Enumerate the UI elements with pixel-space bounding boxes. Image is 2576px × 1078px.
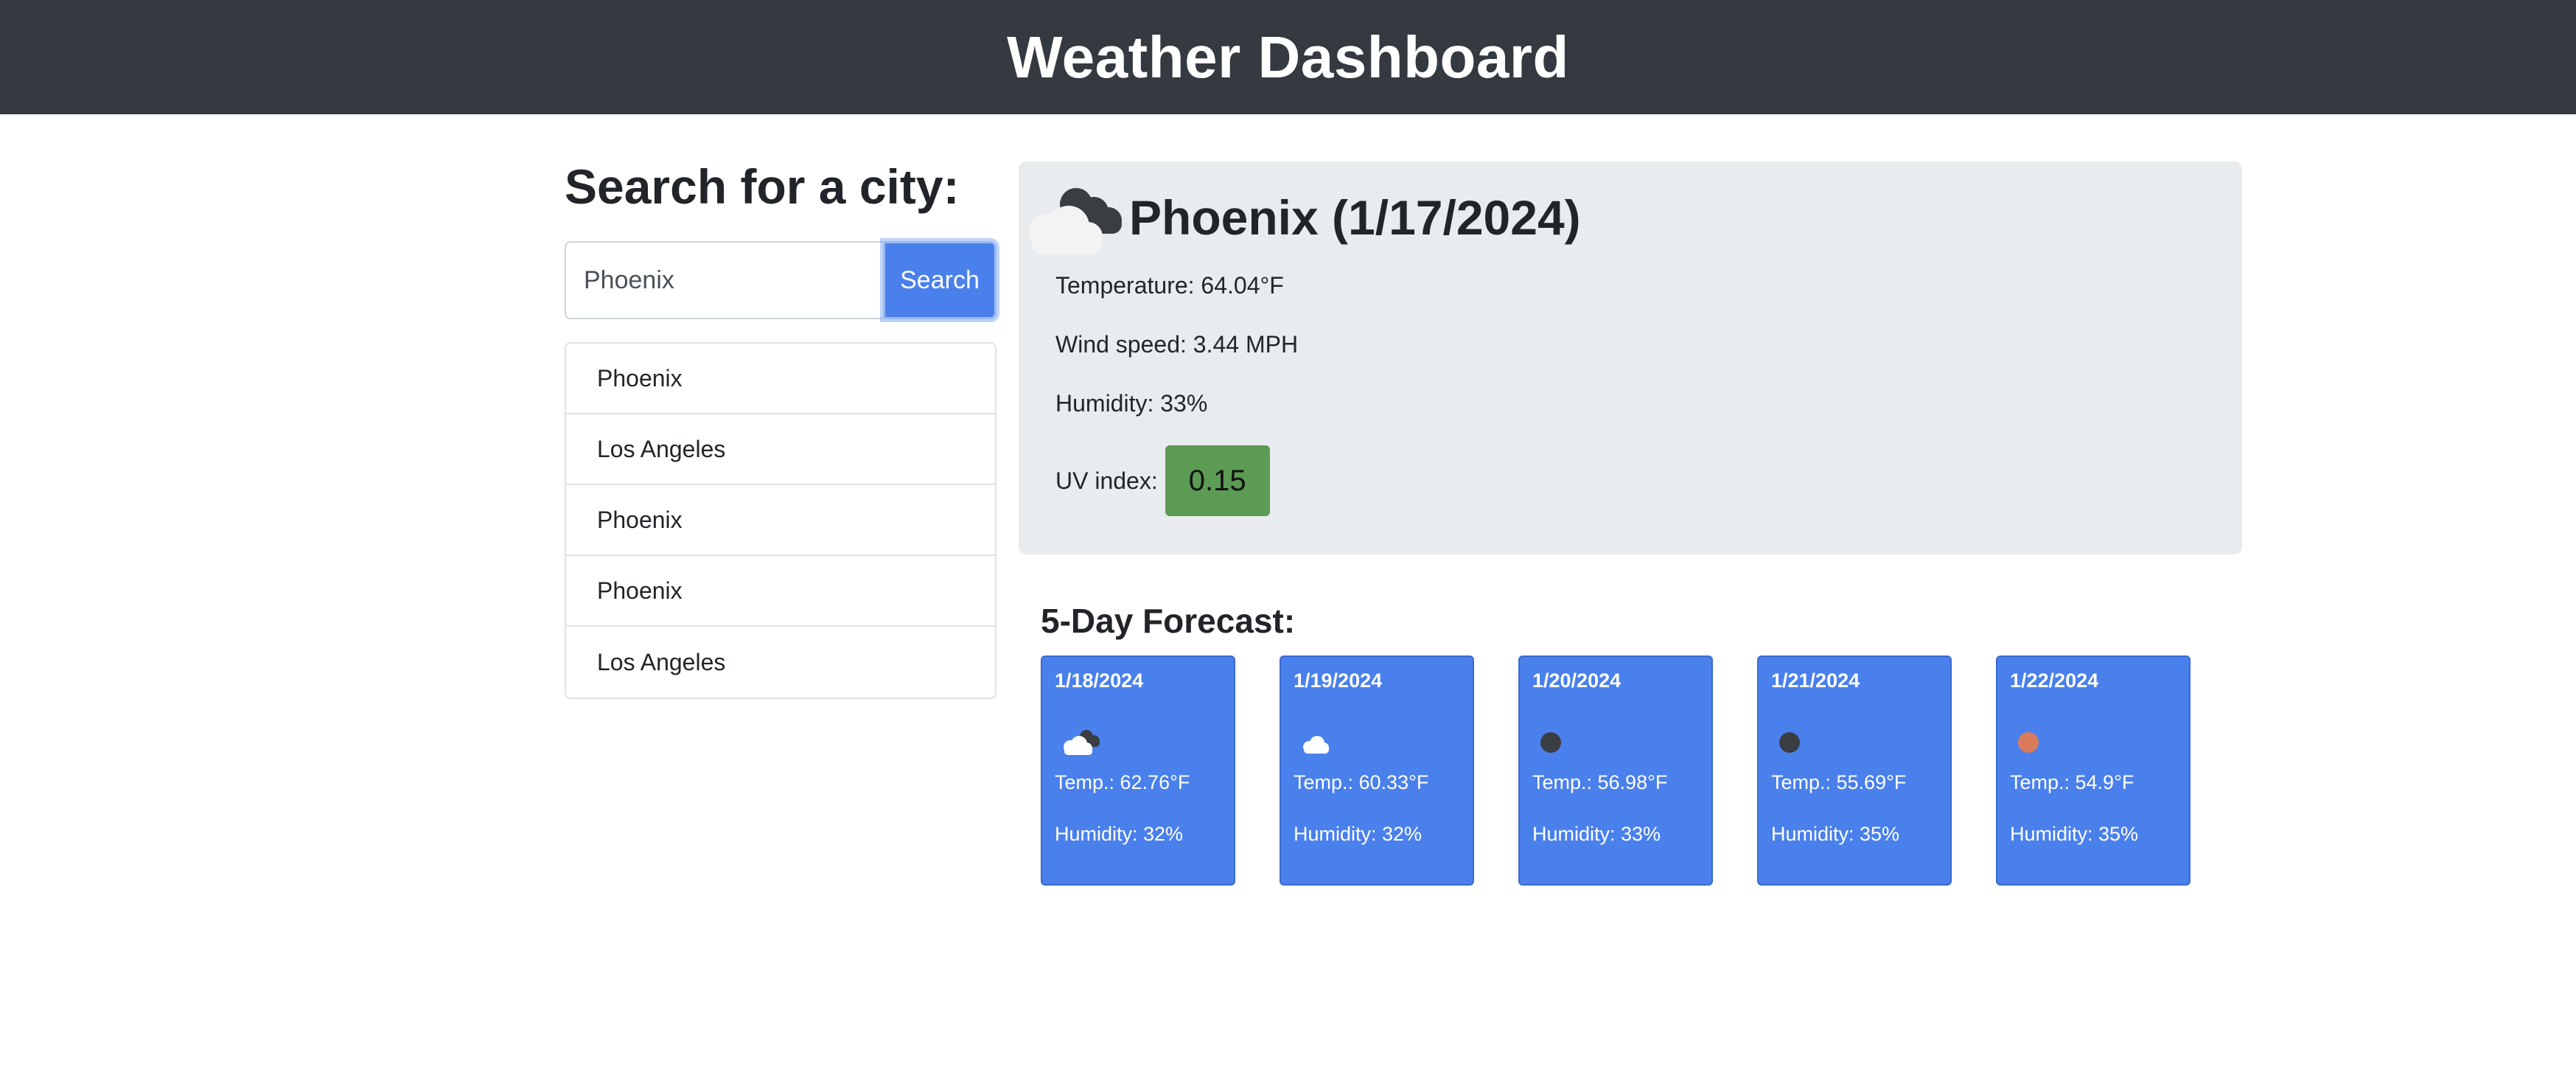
clear-night-icon	[1775, 722, 1819, 759]
uv-index-row: UV index: 0.15	[1055, 445, 1270, 516]
forecast-temp: Temp.: 60.33°F	[1294, 771, 1429, 793]
clear-night-icon	[1536, 722, 1580, 759]
header-bar: Weather Dashboard	[0, 0, 2576, 114]
current-weather-panel: Phoenix (1/17/2024) Temperature: 64.04°F…	[1019, 161, 2242, 554]
history-item[interactable]: Phoenix	[566, 556, 995, 627]
forecast-date: 1/22/2024	[2010, 670, 2099, 692]
forecast-humidity: Humidity: 35%	[1771, 823, 1900, 845]
history-item[interactable]: Phoenix	[566, 485, 995, 556]
page-title: Weather Dashboard	[1007, 24, 1569, 90]
forecast-card: 1/22/2024 Temp.: 54.9°F Humidity: 35%	[1996, 656, 2191, 886]
search-history-list: Phoenix Los Angeles Phoenix Phoenix Los …	[565, 342, 996, 699]
clear-sun-icon	[2014, 722, 2058, 759]
forecast-date: 1/20/2024	[1532, 670, 1622, 692]
forecast-date: 1/19/2024	[1294, 670, 1383, 692]
forecast-cards: 1/18/2024 Temp.: 62.76°F Humidity: 32% 1…	[1041, 656, 2191, 886]
broken-clouds-icon	[1019, 173, 1129, 262]
forecast-date: 1/18/2024	[1055, 670, 1144, 692]
current-temperature: Temperature: 64.04°F	[1055, 272, 1284, 299]
forecast-card: 1/21/2024 Temp.: 55.69°F Humidity: 35%	[1757, 656, 1952, 886]
forecast-card: 1/20/2024 Temp.: 56.98°F Humidity: 33%	[1518, 656, 1713, 886]
few-clouds-icon	[1297, 722, 1341, 759]
forecast-title: 5-Day Forecast:	[1041, 602, 1296, 640]
city-search-input[interactable]	[565, 241, 883, 319]
forecast-temp: Temp.: 55.69°F	[1771, 771, 1907, 793]
current-weather-heading: Phoenix (1/17/2024)	[1019, 173, 1581, 262]
history-item[interactable]: Los Angeles	[566, 414, 995, 485]
search-title: Search for a city:	[565, 159, 960, 214]
forecast-humidity: Humidity: 32%	[1055, 823, 1184, 845]
forecast-date: 1/21/2024	[1771, 670, 1860, 692]
current-humidity: Humidity: 33%	[1055, 390, 1208, 417]
forecast-temp: Temp.: 62.76°F	[1055, 771, 1190, 793]
history-item[interactable]: Phoenix	[566, 344, 995, 414]
forecast-card: 1/19/2024 Temp.: 60.33°F Humidity: 32%	[1280, 656, 1474, 886]
search-button[interactable]: Search	[883, 241, 996, 319]
current-city-date: Phoenix (1/17/2024)	[1129, 190, 1581, 245]
forecast-temp: Temp.: 54.9°F	[2010, 771, 2135, 793]
search-form: Search	[565, 241, 996, 319]
uv-index-badge: 0.15	[1165, 445, 1270, 516]
forecast-temp: Temp.: 56.98°F	[1532, 771, 1668, 793]
broken-clouds-icon	[1058, 722, 1103, 759]
forecast-humidity: Humidity: 35%	[2010, 823, 2139, 845]
forecast-humidity: Humidity: 33%	[1532, 823, 1661, 845]
uv-index-label: UV index:	[1055, 467, 1158, 494]
current-wind-speed: Wind speed: 3.44 MPH	[1055, 331, 1299, 358]
forecast-card: 1/18/2024 Temp.: 62.76°F Humidity: 32%	[1041, 656, 1235, 886]
forecast-humidity: Humidity: 32%	[1294, 823, 1423, 845]
history-item[interactable]: Los Angeles	[566, 627, 995, 698]
